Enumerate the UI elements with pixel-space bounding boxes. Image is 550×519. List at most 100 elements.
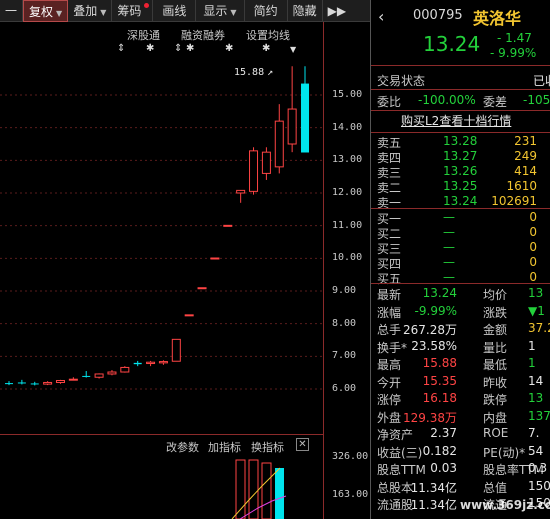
stat-row: 股息TTM 0.03 股息率TTM 0.3 [371, 461, 550, 477]
chart-area[interactable]: 深股通 融资融券 设置均线 ⇕ ✱ ⇕ ✱ ✱ ✱ ▼ 15.00 14.00 13… [0, 22, 370, 519]
ask-price: 13.26 [443, 164, 478, 178]
arrow-icon: ↗ [267, 67, 274, 78]
price-axis-label: 10.00 [332, 252, 363, 264]
candle [133, 360, 142, 367]
stock-name: 英洛华 [473, 9, 522, 28]
stat-value: 11.34亿 [410, 480, 457, 495]
bid-row[interactable]: 买一 —0 [371, 210, 550, 226]
display-button[interactable]: 显示 ▼ [196, 0, 245, 22]
candle-body [107, 371, 117, 375]
bid-qty: 0 [529, 210, 537, 224]
simple-button[interactable]: 简约 [245, 0, 288, 22]
candle [5, 381, 13, 386]
price-axis-label: 13.00 [332, 154, 363, 166]
bid-row[interactable]: 买三 —0 [371, 240, 550, 256]
candle [82, 371, 91, 378]
price-axis-label: 11.00 [332, 219, 363, 231]
candle [301, 66, 310, 153]
ask-price: 13.25 [443, 179, 478, 193]
divider [371, 110, 550, 111]
candle [120, 366, 130, 373]
price-axis-label: 12.00 [332, 187, 363, 198]
candle [55, 379, 65, 384]
back-arrow-icon[interactable]: ‹ [378, 7, 384, 26]
ask-row[interactable]: 卖四 13.27 249 [371, 149, 550, 165]
stat-label: 总手 [377, 323, 402, 337]
stat-value: 2.37 [430, 426, 457, 440]
candle [107, 370, 117, 376]
stat-value: 54 [528, 443, 544, 458]
candle [158, 360, 168, 365]
modify-params-button[interactable]: 改参数 [166, 439, 199, 455]
overlay-button[interactable]: 叠加 ▼ [68, 0, 113, 22]
stat-label: 最高 [377, 358, 402, 372]
stat-label: 总值 [483, 480, 508, 495]
draw-line-button[interactable]: 画线 [153, 0, 197, 22]
price-axis-label: 8.00 [332, 317, 357, 329]
ask-row[interactable]: 卖一 13.24 102691 [371, 194, 550, 210]
stat-value: 16.18 [422, 391, 457, 405]
stat-value: 1 [528, 338, 536, 353]
divider [371, 89, 550, 90]
ask-qty: 102691 [491, 194, 537, 208]
bid-row[interactable]: 买四 —0 [371, 255, 550, 271]
stat-value: 7. [528, 426, 540, 440]
chevron-down-icon: ▼ [230, 8, 237, 17]
candle-body [5, 383, 13, 385]
sub-axis-label-2: 163.00 [332, 489, 369, 500]
volume-chart[interactable] [0, 456, 323, 519]
chevron-down-icon: ▼ [56, 9, 63, 18]
buy-l2-link[interactable]: 购买L2查看十档行情 [401, 112, 511, 129]
stat-value: 13.24 [422, 286, 457, 300]
stat-value: 15.88 [422, 356, 457, 370]
candle [68, 377, 78, 381]
stat-value: 0.03 [430, 461, 457, 475]
divider [371, 208, 550, 209]
switch-indicator-button[interactable]: 换指标 [251, 439, 284, 455]
stat-row: 最高 15.88 最低 1 [371, 356, 550, 372]
stat-label: 换手* [377, 340, 408, 355]
kline-chart[interactable] [0, 22, 323, 434]
stat-value: 0.3 [528, 461, 548, 475]
bid-label: 买五 [377, 272, 402, 286]
stat-label: 今开 [377, 375, 402, 390]
stat-label: 内盘 [483, 410, 508, 425]
peak-price-label: 15.88 [234, 67, 265, 78]
candle-body [82, 375, 91, 377]
stat-label: PE(动)* [483, 445, 526, 460]
bid-row[interactable]: 买二 —0 [371, 225, 550, 241]
ask-price: 13.28 [443, 134, 478, 148]
price-axis-label: 15.00 [332, 89, 363, 100]
hide-button[interactable]: 隐藏 [288, 0, 323, 22]
chips-label: 筹码 [117, 4, 142, 18]
candle [261, 147, 271, 180]
volume-bar [261, 462, 272, 519]
stat-row: 总股本11.34亿 总值 150. [371, 479, 550, 495]
ask-row[interactable]: 卖三 13.26 414 [371, 164, 550, 180]
more-button[interactable]: ▶▶ [323, 0, 351, 22]
restore-rights-button[interactable]: 复权 ▼ [23, 0, 69, 22]
bid-qty: 0 [529, 225, 537, 239]
candle-body [236, 189, 246, 194]
overlay-label: 叠加 [73, 4, 98, 18]
stat-row: 涨停 16.18 跌停 13 [371, 391, 550, 407]
stat-value: 137.8 [528, 408, 550, 423]
ask-row[interactable]: 卖二 13.25 1610 [371, 179, 550, 195]
candle-body [197, 287, 207, 290]
bid-price: — [443, 210, 455, 224]
close-icon[interactable]: ✕ [296, 438, 309, 451]
chips-button[interactable]: 筹码 [112, 0, 154, 22]
toolbar-dash-button[interactable]: 一 [0, 0, 24, 22]
candle-body [133, 362, 142, 365]
candle [17, 379, 26, 385]
candle-body [249, 150, 259, 192]
ask-qty: 249 [514, 149, 537, 163]
candle [94, 373, 104, 379]
add-indicator-button[interactable]: 加指标 [208, 439, 241, 455]
price-axis-label: 14.00 [332, 121, 363, 133]
ask-row[interactable]: 卖五 13.28 231 [371, 134, 550, 150]
chevron-down-icon: ▼ [100, 8, 107, 17]
candle [223, 224, 233, 227]
stat-value: 23.58% [411, 338, 457, 353]
stat-label: 股息TTM [377, 463, 426, 477]
